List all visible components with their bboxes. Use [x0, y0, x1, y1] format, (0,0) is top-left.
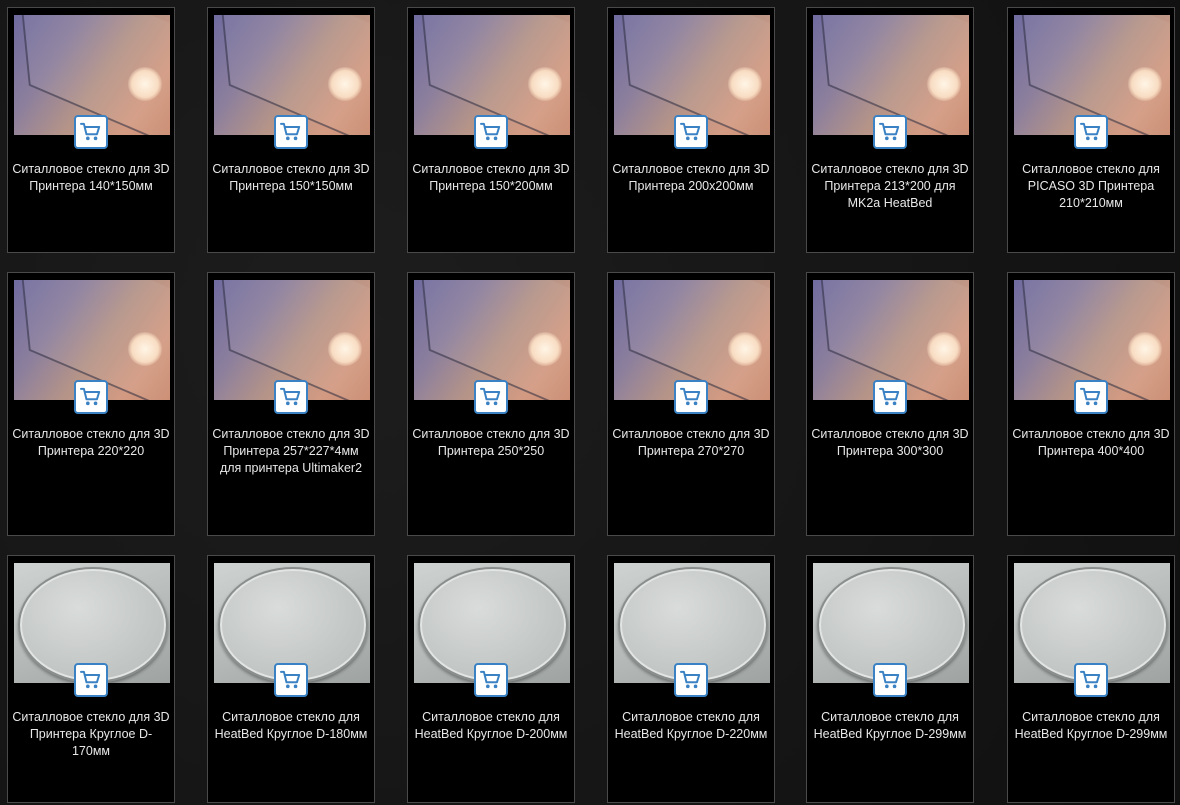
shopping-cart-icon — [80, 387, 101, 406]
shopping-cart-icon — [1080, 670, 1101, 689]
product-card[interactable]: Ситалловое стекло для 3D Принтера 250*25… — [407, 272, 575, 536]
product-card[interactable]: Ситалловое стекло для HeatBed Круглое D-… — [207, 555, 375, 803]
add-to-cart-button[interactable] — [74, 663, 108, 697]
add-to-cart-button[interactable] — [873, 663, 907, 697]
product-card[interactable]: Ситалловое стекло для 3D Принтера 140*15… — [7, 7, 175, 253]
product-card[interactable]: Ситалловое стекло для 3D Принтера 270*27… — [607, 272, 775, 536]
product-title[interactable]: Ситалловое стекло для 3D Принтера 140*15… — [12, 161, 170, 195]
add-to-cart-button[interactable] — [474, 115, 508, 149]
shopping-cart-icon — [879, 387, 900, 406]
shopping-cart-icon — [879, 122, 900, 141]
shopping-cart-icon — [680, 670, 701, 689]
product-title[interactable]: Ситалловое стекло для 3D Принтера 257*22… — [212, 426, 370, 477]
product-card[interactable]: Ситалловое стекло для 3D Принтера 213*20… — [806, 7, 974, 253]
add-to-cart-button[interactable] — [1074, 115, 1108, 149]
add-to-cart-button[interactable] — [674, 663, 708, 697]
shopping-cart-icon — [480, 670, 501, 689]
shopping-cart-icon — [280, 122, 301, 141]
shopping-cart-icon — [480, 122, 501, 141]
add-to-cart-button[interactable] — [74, 115, 108, 149]
shopping-cart-icon — [680, 122, 701, 141]
shopping-cart-icon — [879, 670, 900, 689]
product-card[interactable]: Ситалловое стекло для 3D Принтера 400*40… — [1007, 272, 1175, 536]
product-card[interactable]: Ситалловое стекло для 3D Принтера 257*22… — [207, 272, 375, 536]
product-title[interactable]: Ситалловое стекло для 3D Принтера 150*20… — [412, 161, 570, 195]
product-card[interactable]: Ситалловое стекло для 3D Принтера 150*20… — [407, 7, 575, 253]
product-title[interactable]: Ситалловое стекло для HeatBed Круглое D-… — [612, 709, 770, 743]
add-to-cart-button[interactable] — [873, 380, 907, 414]
add-to-cart-button[interactable] — [474, 380, 508, 414]
add-to-cart-button[interactable] — [674, 380, 708, 414]
product-card[interactable]: Ситалловое стекло для 3D Принтера Кругло… — [7, 555, 175, 803]
add-to-cart-button[interactable] — [274, 663, 308, 697]
product-card[interactable]: Ситалловое стекло для HeatBed Круглое D-… — [607, 555, 775, 803]
product-card[interactable]: Ситалловое стекло для 3D Принтера 300*30… — [806, 272, 974, 536]
product-title[interactable]: Ситалловое стекло для HeatBed Круглое D-… — [212, 709, 370, 743]
shopping-cart-icon — [280, 387, 301, 406]
add-to-cart-button[interactable] — [1074, 380, 1108, 414]
product-card[interactable]: Ситалловое стекло для HeatBed Круглое D-… — [1007, 555, 1175, 803]
product-title[interactable]: Ситалловое стекло для 3D Принтера 213*20… — [811, 161, 969, 212]
product-card[interactable]: Ситалловое стекло для HeatBed Круглое D-… — [806, 555, 974, 803]
shopping-cart-icon — [680, 387, 701, 406]
shopping-cart-icon — [1080, 387, 1101, 406]
add-to-cart-button[interactable] — [74, 380, 108, 414]
shopping-cart-icon — [280, 670, 301, 689]
product-title[interactable]: Ситалловое стекло для 3D Принтера Кругло… — [12, 709, 170, 760]
add-to-cart-button[interactable] — [274, 380, 308, 414]
shopping-cart-icon — [80, 670, 101, 689]
product-card[interactable]: Ситалловое стекло для 3D Принтера 200х20… — [607, 7, 775, 253]
add-to-cart-button[interactable] — [274, 115, 308, 149]
product-card[interactable]: Ситалловое стекло для 3D Принтера 150*15… — [207, 7, 375, 253]
product-title[interactable]: Ситалловое стекло для 3D Принтера 270*27… — [612, 426, 770, 460]
product-title[interactable]: Ситалловое стекло для 3D Принтера 400*40… — [1012, 426, 1170, 460]
shopping-cart-icon — [80, 122, 101, 141]
product-title[interactable]: Ситалловое стекло для HeatBed Круглое D-… — [1012, 709, 1170, 743]
add-to-cart-button[interactable] — [1074, 663, 1108, 697]
product-card[interactable]: Ситалловое стекло для HeatBed Круглое D-… — [407, 555, 575, 803]
product-title[interactable]: Ситалловое стекло для 3D Принтера 220*22… — [12, 426, 170, 460]
product-title[interactable]: Ситалловое стекло для 3D Принтера 150*15… — [212, 161, 370, 195]
product-card[interactable]: Ситалловое стекло для 3D Принтера 220*22… — [7, 272, 175, 536]
product-title[interactable]: Ситалловое стекло для 3D Принтера 200х20… — [612, 161, 770, 195]
product-title[interactable]: Ситалловое стекло для HeatBed Круглое D-… — [811, 709, 969, 743]
product-title[interactable]: Ситалловое стекло для 3D Принтера 250*25… — [412, 426, 570, 460]
shopping-cart-icon — [1080, 122, 1101, 141]
add-to-cart-button[interactable] — [873, 115, 907, 149]
product-title[interactable]: Ситалловое стекло для PICASO 3D Принтера… — [1012, 161, 1170, 212]
product-title[interactable]: Ситалловое стекло для 3D Принтера 300*30… — [811, 426, 969, 460]
add-to-cart-button[interactable] — [674, 115, 708, 149]
product-title[interactable]: Ситалловое стекло для HeatBed Круглое D-… — [412, 709, 570, 743]
shopping-cart-icon — [480, 387, 501, 406]
add-to-cart-button[interactable] — [474, 663, 508, 697]
product-card[interactable]: Ситалловое стекло для PICASO 3D Принтера… — [1007, 7, 1175, 253]
